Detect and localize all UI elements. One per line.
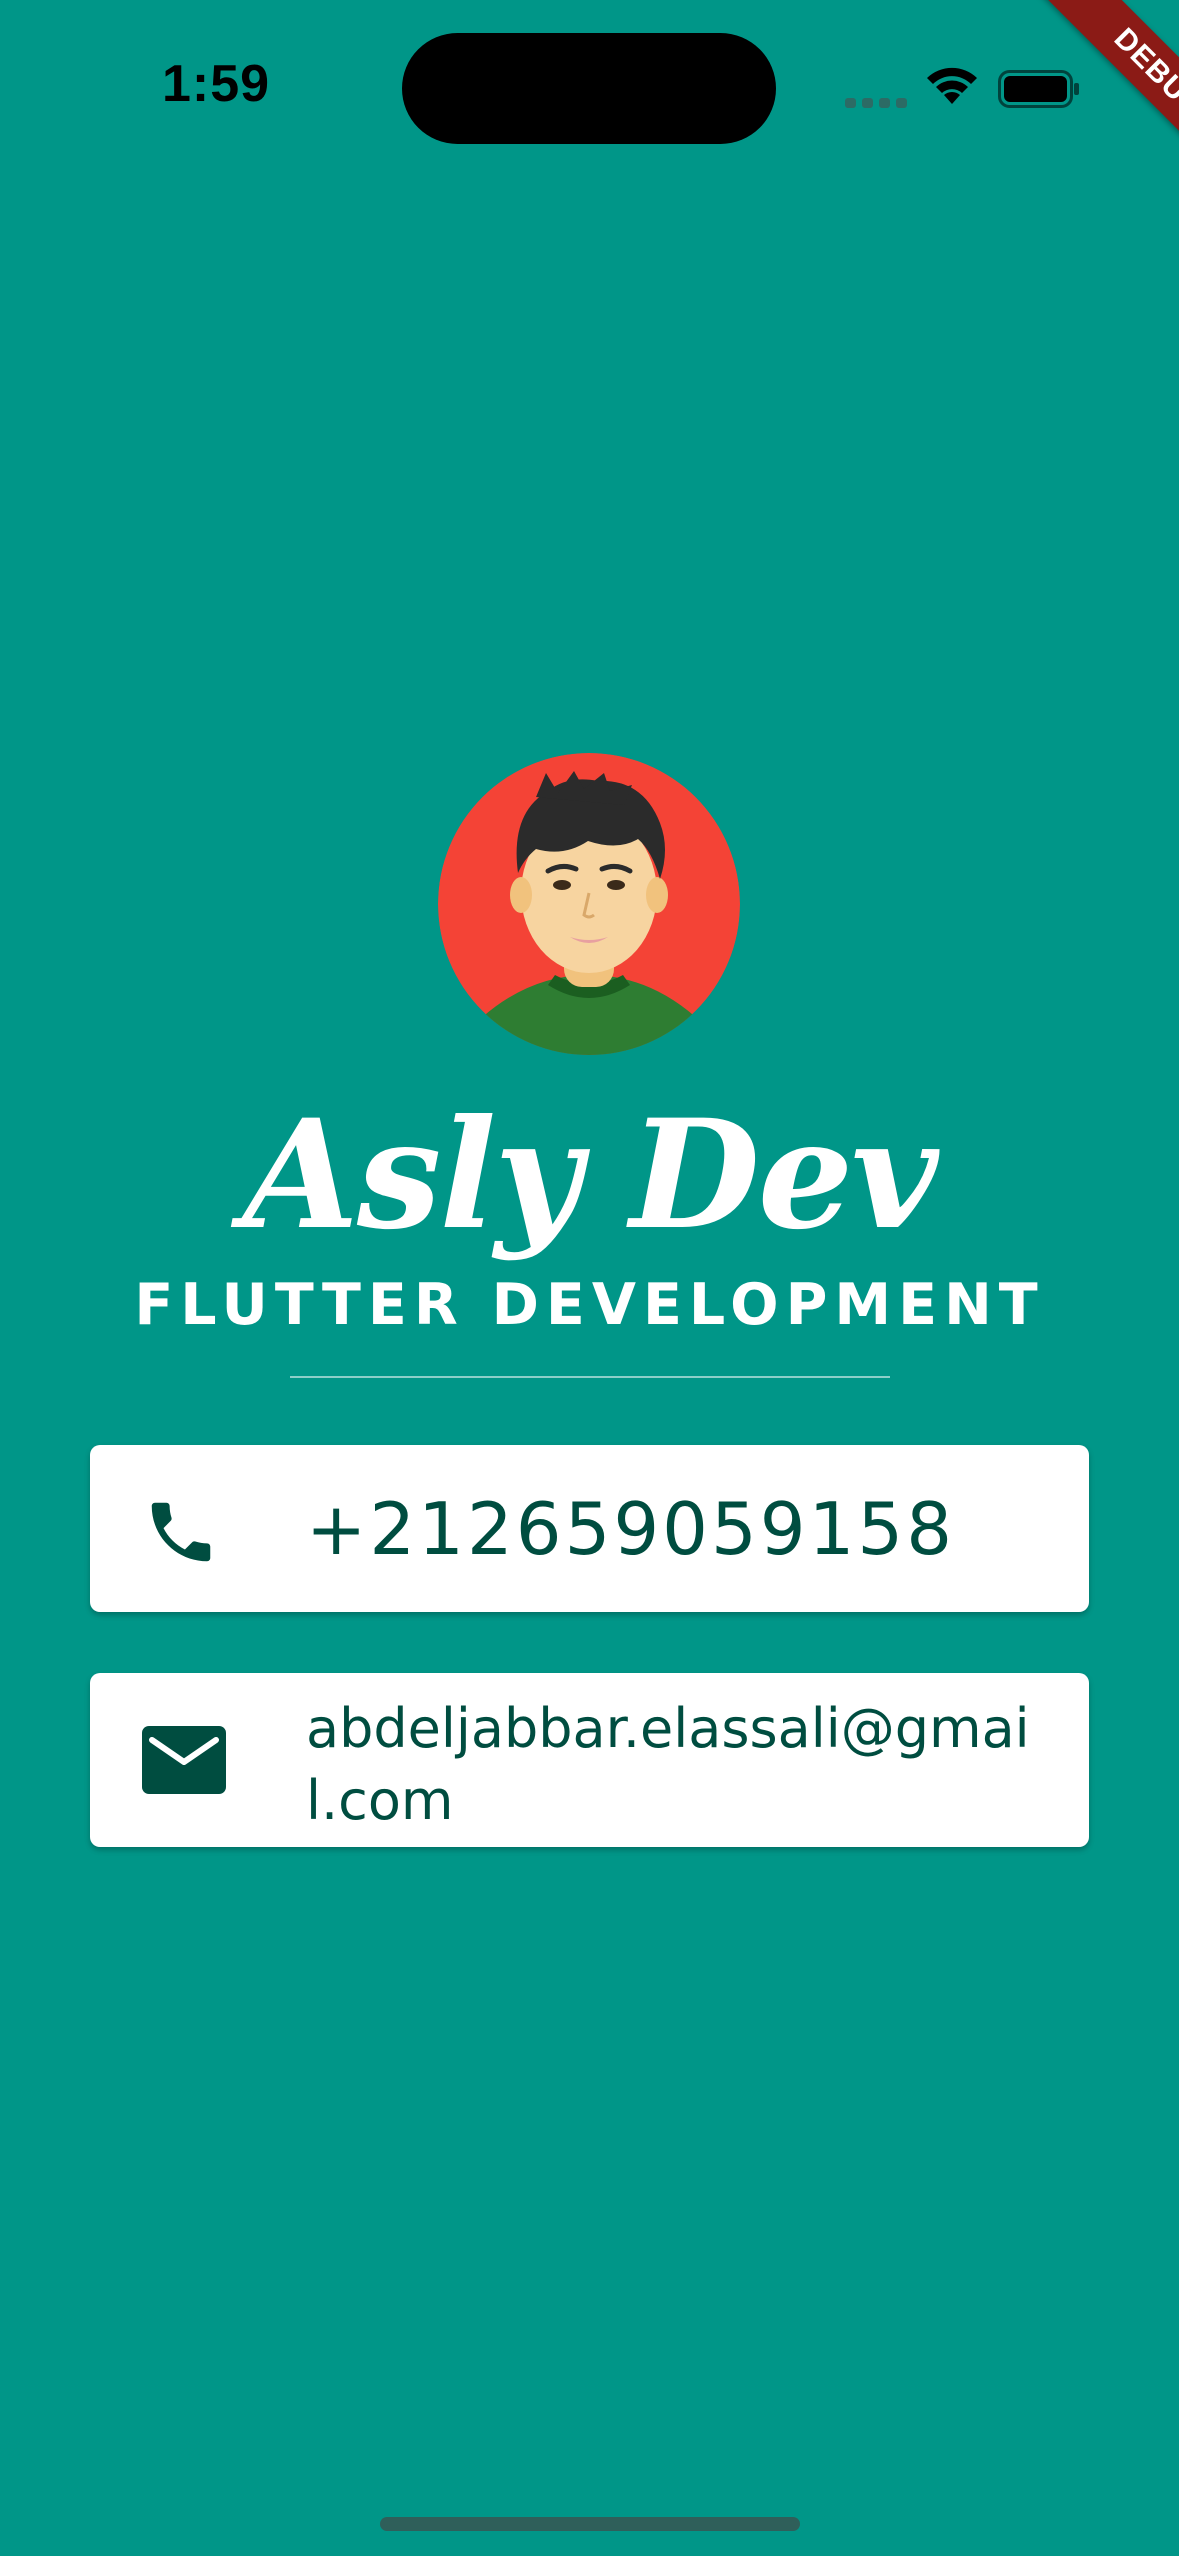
phone-card[interactable]: +212659059158 (90, 1445, 1089, 1612)
phone-icon (151, 1502, 211, 1562)
dynamic-island (402, 33, 776, 144)
status-bar-time: 1:59 (162, 55, 271, 113)
signal-icon (845, 98, 907, 108)
wifi-icon (927, 67, 977, 104)
avatar (438, 753, 740, 1055)
email-address: abdeljabbar.elassali@gmail.com (306, 1697, 1030, 1832)
profile-title: FLUTTER DEVELOPMENT (134, 1272, 1045, 1338)
profile-name: Asly Dev (242, 1087, 939, 1263)
mail-icon (142, 1726, 226, 1794)
phone-number: +212659059158 (306, 1487, 956, 1571)
battery-icon (998, 70, 1079, 108)
email-card[interactable]: abdeljabbar.elassali@gmail.com (90, 1673, 1089, 1847)
avatar-illustration (438, 753, 740, 1055)
home-indicator[interactable] (380, 2517, 800, 2531)
divider (290, 1376, 890, 1378)
